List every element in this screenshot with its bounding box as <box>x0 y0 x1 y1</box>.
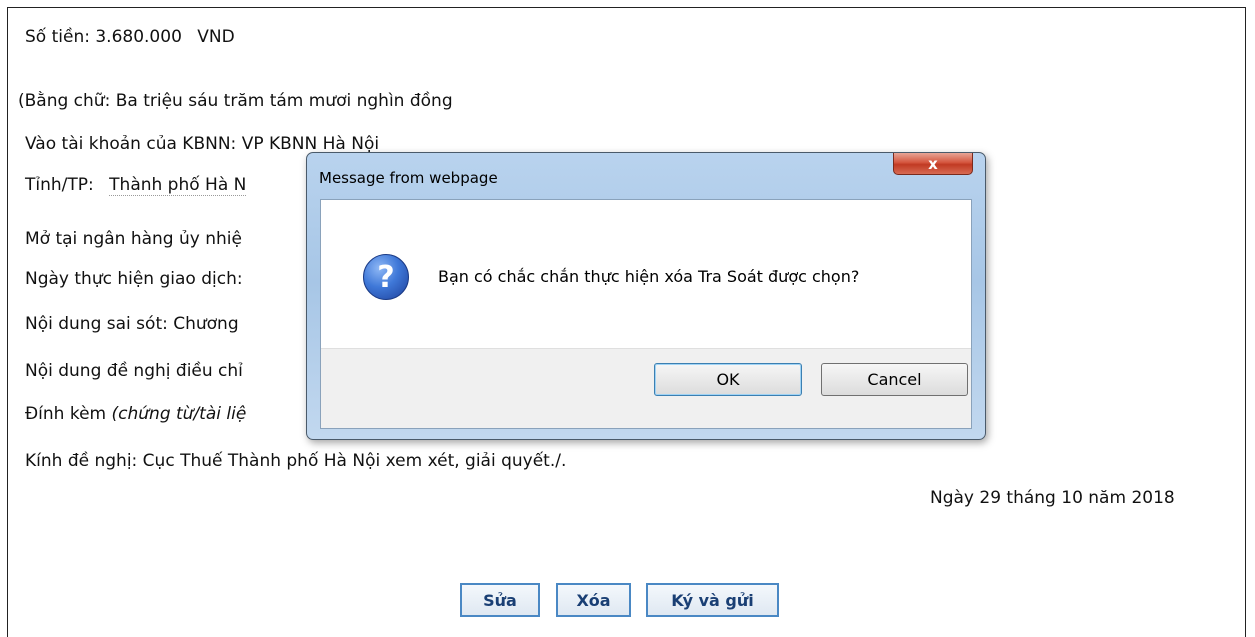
error-content-label: Nội dung sai sót: Chương <box>25 314 239 334</box>
province-label: Tỉnh/TP: <box>25 175 94 195</box>
account-line: Vào tài khoản của KBNN: VP KBNN Hà Nội <box>25 134 379 154</box>
sign-send-button[interactable]: Ký và gửi <box>646 583 779 617</box>
dialog-footer: OK Cancel <box>321 348 971 428</box>
edit-button[interactable]: Sửa <box>460 583 540 617</box>
close-icon[interactable]: x <box>893 153 973 175</box>
adjust-label: Nội dung đề nghị điều chỉ <box>25 361 243 381</box>
amount-currency: VND <box>197 27 235 47</box>
attach-italic: (chứng từ/tài liệ <box>111 404 247 424</box>
cancel-button[interactable]: Cancel <box>821 363 968 396</box>
message-dialog: Message from webpage x ? Bạn có chắc chắ… <box>306 152 986 440</box>
amount-words: (Bằng chữ: Ba triệu sáu trăm tám mươi ng… <box>18 91 453 111</box>
delete-button[interactable]: Xóa <box>556 583 631 617</box>
dialog-message: Bạn có chắc chắn thực hiện xóa Tra Soát … <box>438 267 860 286</box>
account-value: VP KBNN Hà Nội <box>241 134 380 154</box>
attach-label: Đính kèm <box>25 404 107 424</box>
amount-value: 3.680.000 <box>95 27 182 47</box>
province-line: Tỉnh/TP: Thành phố Hà N <box>25 175 247 196</box>
question-icon: ? <box>363 254 409 300</box>
date-label: Ngày thực hiện giao dịch: <box>25 269 243 289</box>
request-text: Kính đề nghị: Cục Thuế Thành phố Hà Nội … <box>25 451 567 471</box>
amount-line: Số tiền: 3.680.000 VND <box>25 27 235 47</box>
province-value: Thành phố Hà N <box>109 175 247 196</box>
date-text: Ngày 29 tháng 10 năm 2018 <box>930 488 1175 508</box>
amount-label: Số tiền: <box>25 27 90 47</box>
ok-button[interactable]: OK <box>654 363 802 396</box>
bank-label: Mở tại ngân hàng ủy nhiệ <box>25 229 242 249</box>
attach-line: Đính kèm (chứng từ/tài liệ <box>25 404 246 424</box>
dialog-body: ? Bạn có chắc chắn thực hiện xóa Tra Soá… <box>320 199 972 429</box>
account-label: Vào tài khoản của KBNN: <box>25 134 237 154</box>
dialog-title: Message from webpage <box>319 169 498 187</box>
